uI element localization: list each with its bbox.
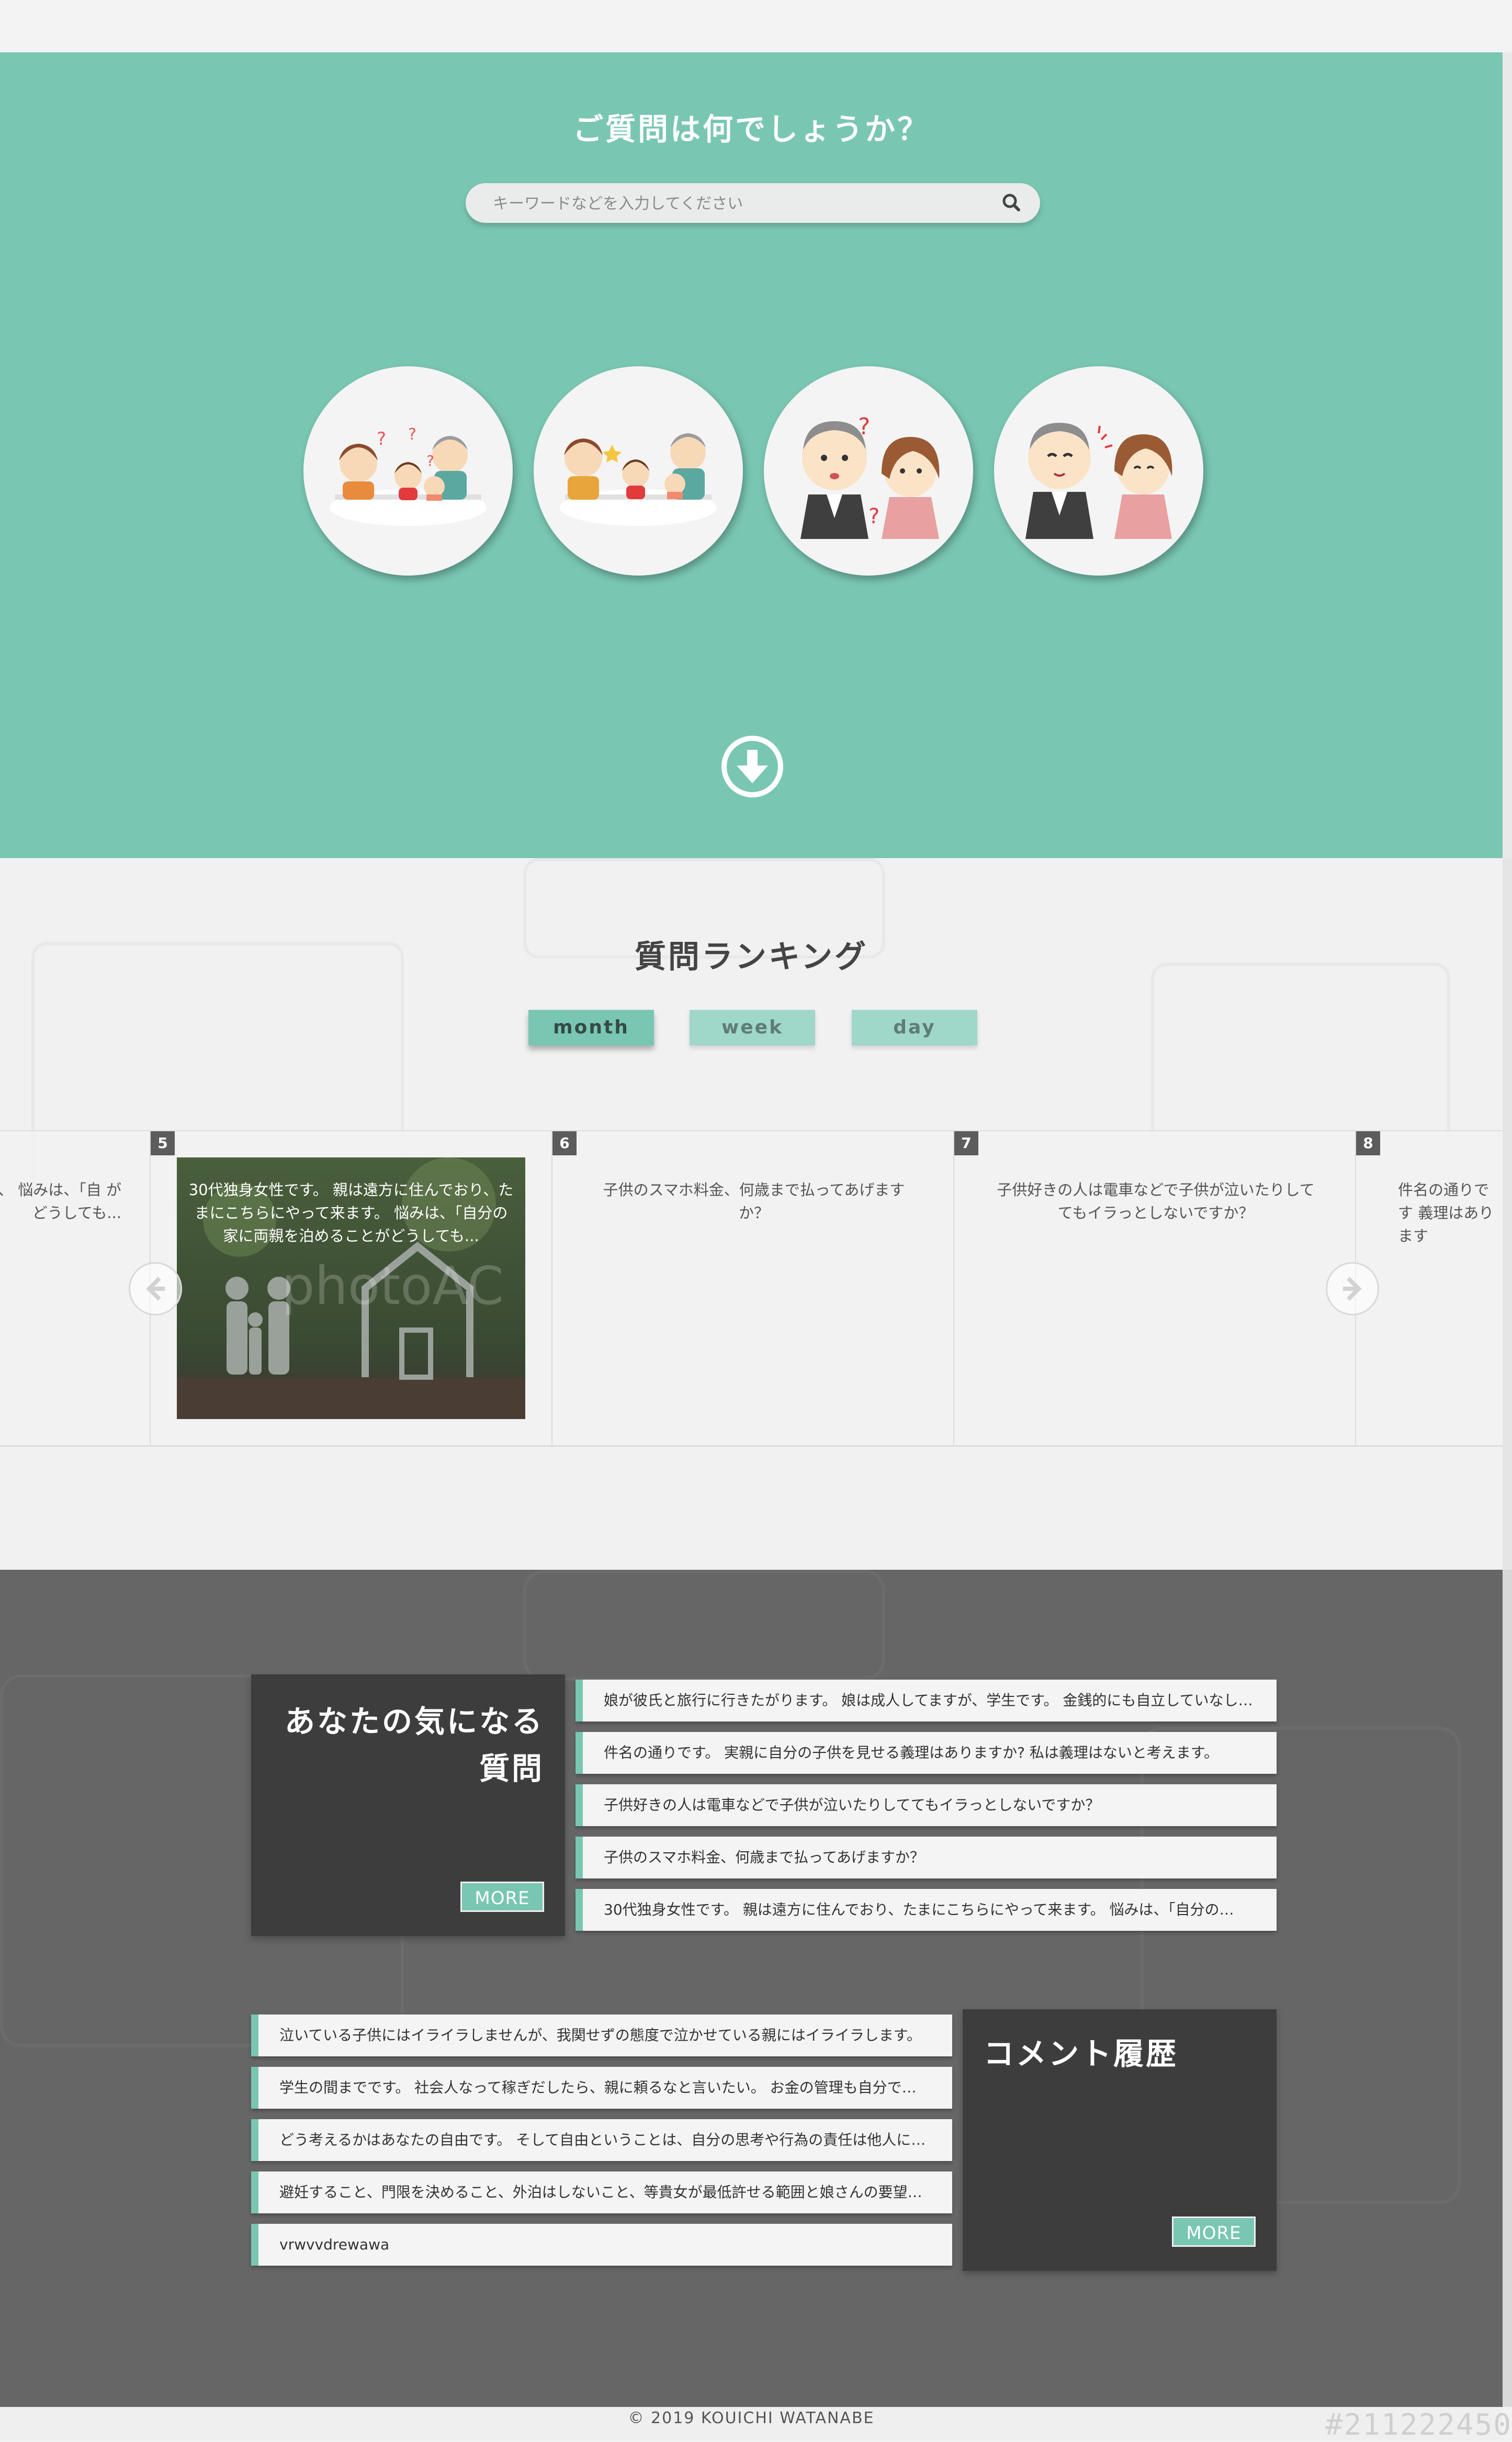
interest-more-button[interactable]: MORE (460, 1882, 544, 1912)
interest-item[interactable]: 娘が彼氏と旅行に行きたがります。 娘は成人してますが、学生です。 金銭的にも自立… (576, 1680, 1277, 1721)
interest-title-line2: 質問 (479, 1751, 544, 1786)
ranking-card-6[interactable]: 6 子供のスマホ料金、何歳まで払ってあげますか？ (551, 1131, 954, 1445)
ranking-card-text: 子供のスマホ料金、何歳まで払ってあげますか？ (603, 1181, 905, 1222)
svg-text:?: ? (408, 425, 416, 444)
interest-item[interactable]: 30代独身女性です。 親は遠方に住んでおり、たまにこちらにやって来ます。 悩みは… (576, 1889, 1277, 1931)
comments-more-button[interactable]: MORE (1172, 2216, 1256, 2247)
rank-number: 8 (1356, 1131, 1380, 1155)
arrow-left-icon (146, 1277, 165, 1301)
family-worried-icon[interactable]: ? ? ? (303, 366, 513, 576)
comment-list: 泣いている子供にはイライラしませんが、我関せずの態度で泣かせている親にはイライラ… (251, 2015, 952, 2271)
comment-item-text: 避妊すること、門限を決めること、外泊はしないこと、等貴女が最低許せる範囲と娘さん… (279, 2184, 922, 2201)
search-bar (466, 183, 1040, 223)
hero-title: ご質問は何でしょうか？ (572, 111, 930, 147)
interest-list: 娘が彼氏と旅行に行きたがります。 娘は成人してますが、学生です。 金銭的にも自立… (576, 1680, 1277, 1936)
question-thumbnail: photoAC 30代独身女性です。 親は遠方に住んでおり、たまにこちらにやって… (177, 1157, 525, 1419)
ranking-card-text: 30代独身女性です。 親は遠方に住んでおり、たまにこちらにやって来ます。 悩みは… (188, 1181, 514, 1245)
arrow-right-icon (1343, 1277, 1362, 1301)
family-happy-icon[interactable] (534, 366, 743, 576)
rank-number: 5 (151, 1131, 175, 1155)
page-scrollbar[interactable] (1503, 52, 1512, 858)
interest-box: あなたの気になる 質問 MORE (251, 1674, 565, 1936)
interest-item-text: 30代独身女性です。 親は遠方に住んでおり、たまにこちらにやって来ます。 悩みは… (604, 1901, 1234, 1918)
comment-item[interactable]: どう考えるかはあなたの自由です。 そして自由ということは、自分の思考や行為の責任… (251, 2119, 952, 2161)
ranking-card-text: 件名の通りです 義理はあります (1398, 1181, 1494, 1245)
scroll-down-icon[interactable] (721, 735, 784, 798)
ranking-card-5[interactable]: 5 photoAC 30代独身女性です。 親は遠方に住んでおり、たまにこちらにや… (150, 1131, 552, 1445)
copyright: © 2019 KOUICHI WATANABE (628, 2409, 875, 2427)
interest-title: あなたの気になる 質問 (251, 1698, 544, 1792)
svg-text:?: ? (858, 413, 870, 440)
interest-item[interactable]: 子供好きの人は電車などで子供が泣いたりしててもイラっとしないですか？ (576, 1784, 1277, 1826)
comment-item[interactable]: 学生の間までです。 社会人なって稼ぎだしたら、親に頼るなと言いたい。 お金の管理… (251, 2067, 952, 2109)
interest-item[interactable]: 子供のスマホ料金、何歳まで払ってあげますか？ (576, 1837, 1277, 1878)
page-edge (1503, 858, 1512, 1570)
image-watermark: #211222450 (1325, 2408, 1512, 2442)
couple-agree-icon[interactable] (994, 366, 1203, 576)
ranking-card-text: 子供好きの人は電車などで子供が泣いたりしててもイラっとしないですか？ (997, 1181, 1315, 1222)
tab-week[interactable]: week (690, 1010, 815, 1045)
slider-prev-button[interactable] (129, 1262, 182, 1315)
interest-item-text: 子供のスマホ料金、何歳まで払ってあげますか？ (604, 1849, 924, 1866)
slider-next-button[interactable] (1326, 1262, 1379, 1315)
photo-watermark: photoAC (281, 1255, 504, 1316)
comment-item-text: vrwvvdrewawa (279, 2236, 390, 2253)
comments-box: コメント履歴 MORE (963, 2009, 1277, 2271)
comment-item-text: 学生の間までです。 社会人なって稼ぎだしたら、親に頼るなと言いたい。 お金の管理… (279, 2079, 917, 2096)
ranking-slider: に住んでおり、 悩みは、「自 がどうしても... 5 (0, 1130, 1503, 1447)
ranking-card-7[interactable]: 7 子供好きの人は電車などで子供が泣いたりしててもイラっとしないですか？ (953, 1131, 1356, 1445)
comment-item[interactable]: 避妊すること、門限を決めること、外泊はしないこと、等貴女が最低許せる範囲と娘さん… (251, 2171, 952, 2213)
comment-item[interactable]: vrwvvdrewawa (251, 2224, 952, 2266)
tab-month[interactable]: month (528, 1010, 654, 1045)
rank-number: 6 (552, 1131, 577, 1155)
comment-item[interactable]: 泣いている子供にはイライラしませんが、我関せずの態度で泣かせている親にはイライラ… (251, 2015, 952, 2056)
comment-item-text: どう考えるかはあなたの自由です。 そして自由ということは、自分の思考や行為の責任… (279, 2131, 926, 2148)
svg-text:?: ? (426, 452, 434, 469)
search-input[interactable] (492, 190, 965, 217)
background-grille (523, 1570, 885, 1681)
rank-number: 7 (954, 1131, 978, 1155)
interest-item-text: 娘が彼氏と旅行に行きたがります。 娘は成人してますが、学生です。 金銭的にも自立… (604, 1692, 1253, 1709)
interest-item[interactable]: 件名の通りです。 実親に自分の子供を見せる義理はありますか? 私は義理はないと考… (576, 1732, 1277, 1774)
top-bar (0, 0, 1512, 52)
interest-title-line1: あなたの気になる (284, 1704, 544, 1739)
ranking-title: 質問ランキング (634, 939, 868, 975)
svg-text:?: ? (377, 429, 386, 449)
page-edge (1503, 1570, 1512, 2407)
interest-item-text: 件名の通りです。 実親に自分の子供を見せる義理はありますか? 私は義理はないと考… (604, 1744, 1219, 1761)
ranking-section: 質問ランキング month week day に住んでおり、 悩みは、「自 がど… (0, 858, 1503, 1570)
interest-item-text: 子供好きの人は電車などで子供が泣いたりしててもイラっとしないですか？ (604, 1796, 1100, 1814)
comments-title: コメント履歴 (984, 2036, 1179, 2072)
tab-day[interactable]: day (852, 1010, 977, 1045)
couple-confused-icon[interactable]: ? ? (764, 366, 973, 576)
search-icon[interactable] (999, 190, 1024, 216)
category-circles: ? ? ? ? ? (0, 366, 1503, 576)
svg-text:?: ? (868, 504, 879, 528)
comment-item-text: 泣いている子供にはイライラしませんが、我関せずの態度で泣かせている親にはイライラ… (279, 2027, 921, 2044)
ranking-card-text: に住んでおり、 悩みは、「自 がどうしても... (0, 1181, 121, 1222)
